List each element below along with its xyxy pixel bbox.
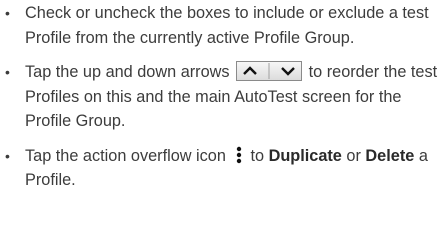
chevron-up-icon: [243, 66, 257, 75]
list-item: • Tap the up and down arrows to reorder …: [0, 60, 439, 134]
list-item: • Check or uncheck the boxes to include …: [0, 1, 439, 50]
vertical-ellipsis-icon: [237, 146, 242, 163]
duplicate-term: Duplicate: [268, 146, 342, 165]
item-text-before: Tap the up and down arrows: [25, 63, 230, 81]
reorder-arrows-graphic: [243, 63, 295, 79]
item-text: Check or uncheck the boxes to include or…: [25, 4, 429, 47]
list-item: • Tap the action overflow icon to Duplic…: [0, 144, 439, 193]
bullet: •: [5, 64, 10, 80]
item-text-or: or: [346, 146, 361, 165]
delete-term: Delete: [365, 146, 415, 165]
instruction-list: • Check or uncheck the boxes to include …: [0, 1, 439, 193]
bullet: •: [5, 147, 10, 164]
chevron-down-icon: [281, 67, 295, 76]
reorder-arrows-widget: [236, 61, 303, 81]
bullet: •: [5, 5, 10, 21]
item-text-to: to: [250, 146, 265, 165]
item-text-before: Tap the action overflow icon: [25, 146, 226, 165]
